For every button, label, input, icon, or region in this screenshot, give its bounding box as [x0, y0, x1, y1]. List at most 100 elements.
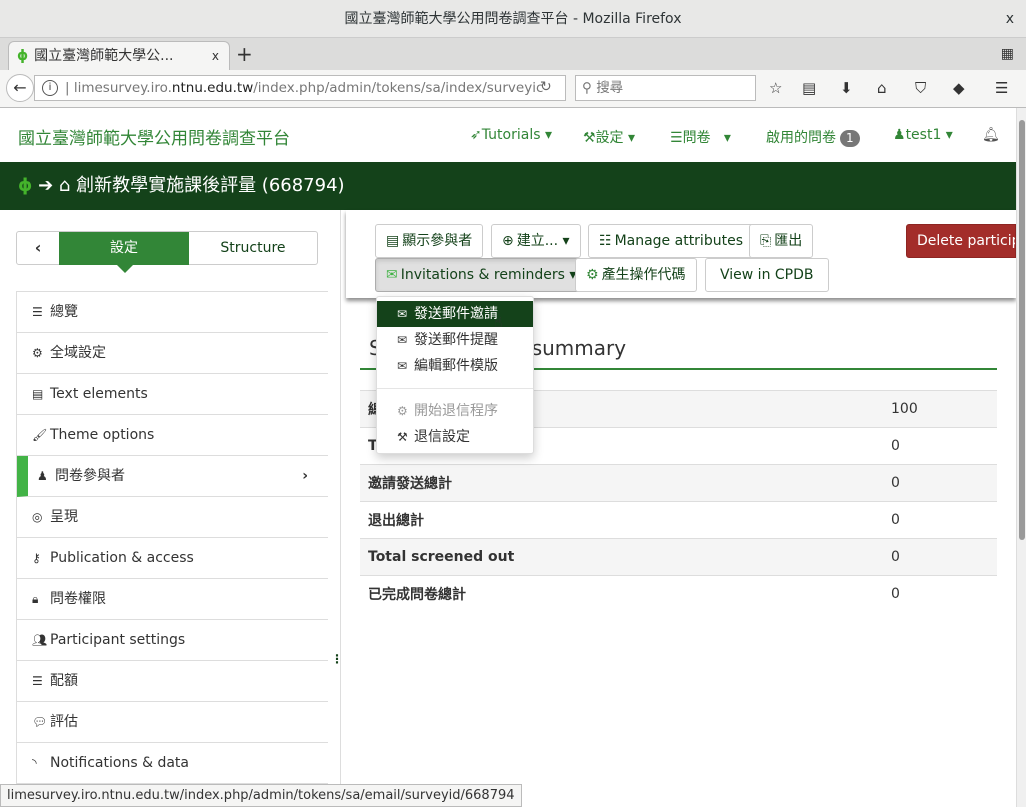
sidebar-item-quotas[interactable]: ☰ 配額: [17, 661, 328, 702]
arrow-right-icon: ➔: [38, 175, 54, 196]
rocket-icon: ➶: [470, 127, 482, 143]
hand-cursor-icon: ☝: [494, 315, 503, 331]
user-icon: ♟: [893, 127, 906, 143]
summary-title-end: summary: [531, 336, 627, 360]
row-value: 0: [883, 501, 997, 539]
comment-icon: 💬︎: [32, 715, 48, 729]
row-value: 100: [883, 390, 997, 428]
delete-participants-button[interactable]: Delete participa: [906, 224, 1016, 258]
search-input[interactable]: ⚲ 搜尋: [575, 75, 756, 101]
sidebar-item-label: 問卷權限: [50, 591, 106, 607]
resize-handle[interactable]: ⋮: [331, 652, 343, 666]
sidebar-item-participant-settings[interactable]: 👥︎ Participant settings: [17, 620, 328, 661]
sidebar-item-label: Text elements: [50, 386, 148, 402]
export-button[interactable]: ⎘ 匯出: [749, 224, 814, 258]
pocket-icon[interactable]: ⛉: [915, 79, 926, 97]
active-surveys-link[interactable]: 啟用的問卷 1: [766, 127, 860, 147]
button-label: Invitations & reminders: [400, 267, 565, 283]
info-icon[interactable]: i: [42, 80, 58, 96]
sidebar-item-presentation[interactable]: ◎ 呈現: [17, 497, 328, 538]
surveys-menu[interactable]: ☰問卷 ▾: [670, 127, 731, 147]
window-close-button[interactable]: x: [1006, 0, 1014, 38]
tab-close-button[interactable]: x: [212, 42, 219, 70]
menu-divider: [377, 388, 533, 389]
user-menu[interactable]: ♟test1 ▾: [893, 127, 953, 143]
url-input[interactable]: | limesurvey.iro.ntnu.edu.tw/index.php/a…: [34, 75, 566, 101]
file-text-icon: ▤: [32, 387, 44, 401]
site-name-link[interactable]: 國立臺灣師範大學公用問卷調查平台: [18, 124, 290, 149]
settings-menu[interactable]: ⚒設定 ▾: [583, 127, 635, 147]
sidebar-item-overview[interactable]: ☰ 總覽: [17, 292, 328, 333]
envelope-outline-icon: ✉: [397, 359, 408, 373]
back-button[interactable]: ←: [6, 74, 34, 102]
sidebar-item-label: Publication & access: [50, 550, 194, 566]
list-alt-icon: ▤: [386, 233, 400, 249]
sidebar-item-label: 問卷參與者: [55, 468, 125, 484]
view-cpdb-button[interactable]: View in CPDB: [705, 258, 829, 292]
bell-icon[interactable]: 🔔︎: [982, 127, 1000, 143]
row-value: 0: [883, 464, 997, 502]
button-label: 建立...: [516, 233, 559, 249]
home-icon[interactable]: ⌂: [877, 79, 887, 97]
menu-item-label: 發送郵件提醒: [414, 332, 498, 348]
plus-circle-icon: ⊕: [502, 233, 514, 249]
sidebar-item-participants[interactable]: ♟ 問卷參與者 ›: [17, 456, 328, 497]
browser-tab[interactable]: ϕ 國立臺灣師範大學公... x: [8, 41, 230, 71]
active-count-badge: 1: [840, 130, 860, 147]
table-row: 邀請發送總計 0: [360, 464, 997, 502]
new-tab-button[interactable]: +: [236, 42, 253, 66]
sidebar-item-label: 全域設定: [50, 345, 106, 361]
sidebar-item-general-settings[interactable]: ⚙ 全域設定: [17, 333, 328, 374]
bookmark-star-icon[interactable]: ☆: [769, 79, 782, 97]
create-button[interactable]: ⊕ 建立... ▾: [491, 224, 581, 258]
sidebar-item-text-elements[interactable]: ▤ Text elements: [17, 374, 328, 415]
reload-icon[interactable]: ↻: [540, 79, 552, 95]
page-scrollbar[interactable]: [1016, 108, 1026, 807]
sidebar-item-assessments[interactable]: 💬︎ 評估: [17, 702, 328, 743]
menu-item-start-bounce: ⚙ 開始退信程序: [377, 398, 533, 424]
menu-item-bounce-settings[interactable]: ⚒ 退信設定: [377, 424, 533, 450]
menu-item-label: 開始退信程序: [414, 403, 498, 419]
extension-icon[interactable]: ◆: [953, 79, 965, 97]
menu-icon[interactable]: ☰: [995, 79, 1008, 97]
survey-title[interactable]: 創新教學實施課後評量 (668794): [76, 175, 344, 196]
generate-tokens-button[interactable]: ⚙ 產生操作代碼: [575, 258, 697, 292]
tab-structure[interactable]: Structure: [189, 232, 317, 264]
envelope-icon: ✉: [397, 307, 408, 321]
rss-icon: ◝: [32, 756, 37, 770]
attributes-icon: ☷: [599, 233, 612, 249]
tab-settings[interactable]: 設定: [59, 232, 189, 273]
settings-label: 設定: [595, 130, 624, 146]
display-participants-button[interactable]: ▤ 顯示參與者: [375, 224, 484, 258]
sidebar-item-publication[interactable]: ⚷ Publication & access: [17, 538, 328, 579]
survey-breadcrumb-bar: ϕ ➔ ⌂ 創新教學實施課後評量 (668794): [0, 162, 1016, 210]
menu-item-send-invitations[interactable]: ✉ 發送郵件邀請: [377, 301, 533, 327]
sidebar-item-label: 配額: [50, 673, 78, 689]
reading-list-icon[interactable]: ▤: [802, 79, 816, 97]
table-row: Total screened out 0: [360, 538, 997, 576]
row-label: 已完成問卷總計: [360, 575, 883, 613]
home-icon[interactable]: ⌂: [59, 175, 70, 196]
menu-item-send-reminders[interactable]: ✉ 發送郵件提醒: [377, 327, 533, 353]
url-domain: ntnu.edu.tw: [171, 80, 254, 96]
scrollbar-thumb[interactable]: [1019, 120, 1025, 540]
row-value: 0: [883, 427, 997, 465]
invitations-reminders-button[interactable]: ✉ Invitations & reminders ▾: [375, 258, 588, 292]
sidebar-item-permissions[interactable]: 🔒︎ 問卷權限: [17, 579, 328, 620]
manage-attributes-button[interactable]: ☷ Manage attributes: [588, 224, 754, 258]
button-label: 顯示參與者: [402, 233, 473, 249]
sidebar-item-theme-options[interactable]: 🖌︎ Theme options: [17, 415, 328, 456]
download-icon[interactable]: ⬇: [840, 79, 853, 97]
row-label: 邀請發送總計: [360, 464, 883, 502]
tab-grid-icon[interactable]: ▦: [1001, 46, 1014, 62]
sidebar-item-label: Participant settings: [50, 632, 186, 648]
eye-slash-icon: ◎: [32, 510, 43, 524]
sidebar-item-label: 總覽: [50, 304, 78, 320]
menu-item-edit-templates[interactable]: ✉ 編輯郵件模版: [377, 353, 533, 379]
list-icon: ☰: [670, 130, 683, 146]
menu-item-label: 發送郵件邀請: [414, 306, 498, 322]
paint-brush-icon: 🖌︎: [32, 428, 48, 442]
sidebar-item-notifications[interactable]: ◝ Notifications & data: [17, 743, 328, 784]
tutorials-menu[interactable]: ➶Tutorials ▾: [470, 127, 552, 143]
collapse-sidebar-button[interactable]: ‹: [17, 232, 59, 264]
